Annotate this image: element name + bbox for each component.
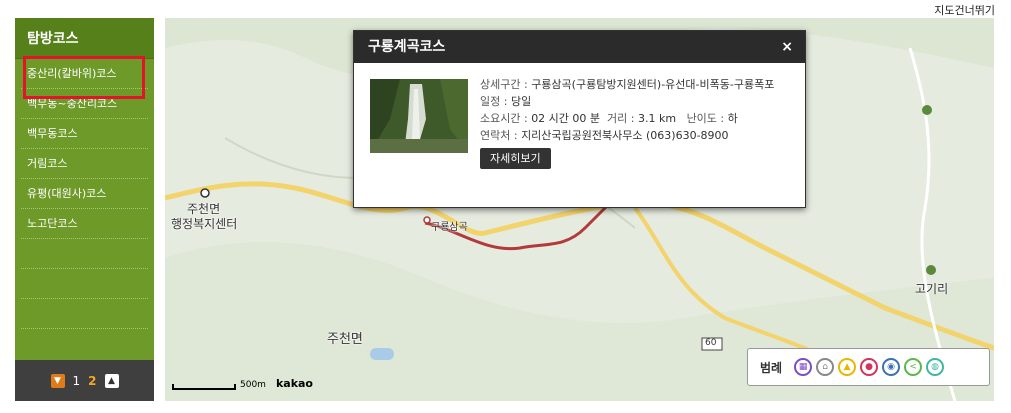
page-next-button[interactable]: ▲: [104, 373, 119, 388]
course-info: 상세구간 : 구룡삼곡(구룡탐방지원센터)-유선대-비폭동-구룡폭포 일정 : …: [480, 76, 792, 169]
course-item-yupyeong[interactable]: 유평(대원사)코스: [21, 179, 148, 209]
viewpoint-icon[interactable]: <: [904, 358, 923, 376]
course-item-nogodan[interactable]: 노고단코스: [21, 209, 148, 239]
map-label-office: 행정복지센터: [171, 217, 238, 231]
selected-highlight: [23, 56, 145, 99]
popup-title: 구룡계곡코스: [368, 39, 446, 55]
map-label-start: 구룡삼곡: [431, 222, 468, 233]
page-prev-button[interactable]: ▼: [50, 373, 65, 388]
map-scale: 500m kakao: [172, 377, 313, 390]
camping-icon[interactable]: ▲: [838, 358, 857, 376]
course-item-empty: [21, 269, 148, 299]
close-icon[interactable]: ×: [781, 31, 793, 63]
kakao-logo: kakao: [275, 377, 313, 390]
page-1[interactable]: 1: [73, 374, 81, 388]
schedule-row: 일정 : 당일: [480, 95, 532, 108]
skip-map-link[interactable]: 지도건너뛰기: [934, 2, 995, 18]
map-label-road: 60: [705, 338, 717, 348]
popup-header: 구룡계곡코스 ×: [354, 31, 805, 63]
course-list: 중산리(칼바위)코스 백무동~중산리코스 백무동코스 거림코스 유평(대원사)코…: [15, 59, 154, 358]
course-item-baekmudong[interactable]: 백무동코스: [21, 119, 148, 149]
course-item-georim[interactable]: 거림코스: [21, 149, 148, 179]
waterfall-photo: [370, 79, 468, 153]
map-legend: 범례 ▦ ⌂ ▲ ● ◉ < ◍: [747, 348, 990, 386]
sidebar-pager: ▼ 1 2 ▲: [15, 360, 154, 401]
drink-icon[interactable]: ◍: [926, 358, 945, 376]
course-item-empty: [21, 239, 148, 269]
sidebar-title: 탐방코스: [15, 18, 154, 59]
detail-row: 상세구간 : 구룡삼곡(구룡탐방지원센터)-유선대-비폭동-구룡폭포: [480, 78, 775, 91]
page-2[interactable]: 2: [88, 374, 96, 388]
restroom-icon[interactable]: ▦: [794, 358, 813, 376]
details-button[interactable]: 자세히보기: [480, 148, 551, 169]
ranger-icon[interactable]: ●: [860, 358, 879, 376]
course-popup: 구룡계곡코스 × 상세구간 : 구룡삼곡(구룡탐방지원센터)-유선대-비폭동-구…: [353, 30, 806, 208]
map-label-area: 주천면: [327, 332, 363, 347]
shelter-icon[interactable]: ⌂: [816, 358, 835, 376]
scale-bar: [172, 384, 236, 390]
course-item-empty: [21, 299, 148, 329]
scale-label: 500m: [240, 380, 266, 390]
legend-title: 범례: [760, 360, 783, 375]
course-item-empty: [21, 329, 148, 358]
contact-row: 연락처 : 지리산국립공원전북사무소 (063)630-8900: [480, 129, 729, 142]
parking-icon[interactable]: ◉: [882, 358, 901, 376]
time-row: 소요시간 : 02 시간 00 분 거리 : 3.1 km 난이도 : 하: [480, 112, 738, 125]
map-label-village: 고기리: [915, 282, 949, 296]
